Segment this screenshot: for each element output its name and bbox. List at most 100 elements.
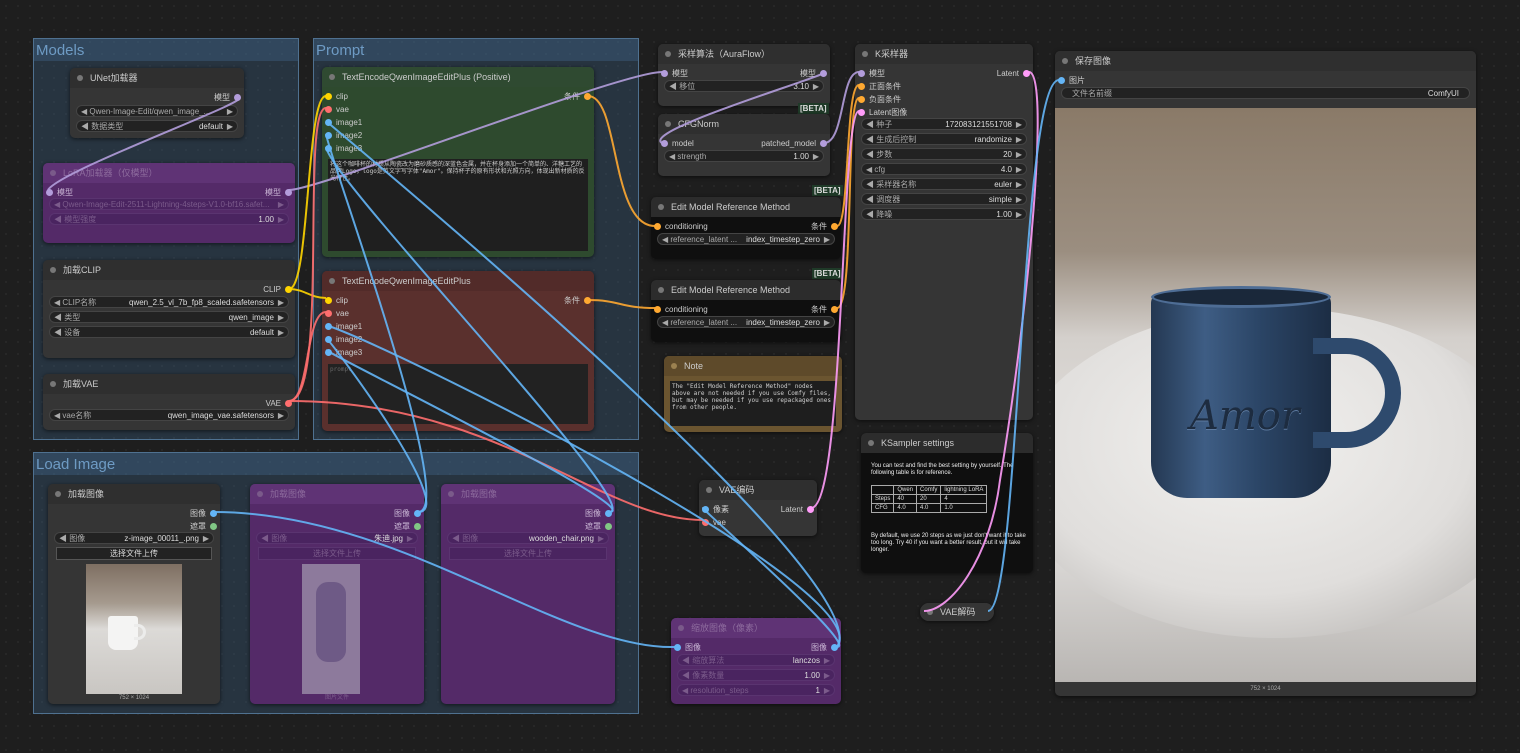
vae-name-widget[interactable]: ◀ vae名称 qwen_image_vae.safetensors ▶: [49, 409, 289, 421]
output-latent[interactable]: Latent: [781, 503, 803, 516]
group-title[interactable]: Load Image: [34, 453, 638, 475]
reference-method-widget[interactable]: ◀ reference_latent ... index_timestep_zer…: [657, 316, 835, 328]
prompt-textarea[interactable]: 将这个咖啡杯的材质从陶瓷改为磨砂质感的深蓝色金属，并在杯身添加一个简单的、洋糖工…: [328, 159, 588, 251]
node-model-sampling-auraflow[interactable]: 采样算法（AuraFlow） 模型 模型 ◀ 移位 3.10 ▶: [658, 44, 830, 106]
node-text-encode-positive[interactable]: TextEncodeQwenImageEditPlus (Positive) c…: [322, 67, 594, 257]
node-load-image-3[interactable]: 加载图像 图像 遮罩 ◀ 图像 wooden_chair.png ▶ 选择文件上传: [441, 484, 615, 704]
input-clip[interactable]: clip: [336, 294, 348, 307]
sampler-name-widget[interactable]: ◀ 采样器名称 euler ▶: [861, 178, 1027, 190]
input-pixels[interactable]: 像素: [713, 503, 729, 516]
upload-button[interactable]: 选择文件上传: [449, 547, 607, 560]
node-lora-loader[interactable]: LoRA加载器（仅模型） 模型 模型 ◀ Qwen-Image-Edit-2511…: [43, 163, 295, 243]
scheduler-widget[interactable]: ◀ 调度器 simple ▶: [861, 193, 1027, 205]
node-unet-loader[interactable]: UNet加载器 模型 ◀ Qwen-Image-Edit/qwen_image_…: [70, 68, 244, 138]
output-conditioning[interactable]: 条件: [564, 90, 580, 103]
control-after-generate-widget[interactable]: ◀ 生成后控制 randomize ▶: [861, 133, 1027, 145]
input-image1[interactable]: image1: [336, 320, 362, 333]
node-ksampler[interactable]: K采样器 模型 Latent 正面条件 负面条件 Latent图像 ◀ 种子 172…: [855, 44, 1033, 420]
input-conditioning[interactable]: conditioning: [665, 303, 708, 316]
node-title[interactable]: 加载VAE: [43, 374, 295, 394]
image-select-widget[interactable]: ◀ 图像 wooden_chair.png ▶: [447, 532, 609, 544]
node-vae-encode[interactable]: VAE编码 像素 Latent vae: [699, 480, 817, 536]
node-title[interactable]: K采样器: [855, 44, 1033, 64]
node-canvas[interactable]: Models Prompt Load Image UNet加载器 模型 ◀ Qw…: [0, 0, 1520, 753]
clip-name-widget[interactable]: ◀ CLIP名称 qwen_2.5_vl_7b_fp8_scaled.safete…: [49, 296, 289, 308]
negative-prompt-textarea[interactable]: prompt: [328, 364, 588, 424]
clip-device-widget[interactable]: ◀ 设备 default ▶: [49, 326, 289, 338]
clip-type-widget[interactable]: ◀ 类型 qwen_image ▶: [49, 311, 289, 323]
node-load-image-1[interactable]: 加载图像 图像 遮罩 ◀ 图像 z-image_00011_.png ▶ 选择文件上…: [48, 484, 220, 704]
seed-widget[interactable]: ◀ 种子 172083121551708 ▶: [861, 118, 1027, 130]
node-save-image[interactable]: 保存图像 图片 文件名前缀 ComfyUI Amor 752 × 1024: [1055, 51, 1476, 696]
input-negative[interactable]: 负面条件: [869, 93, 901, 106]
strength-widget[interactable]: ◀ strength 1.00 ▶: [664, 150, 824, 162]
node-load-image-2[interactable]: 加载图像 图像 遮罩 ◀ 图像 朱迪.jpg ▶ 选择文件上传 图片文件: [250, 484, 424, 704]
node-title[interactable]: 加载图像: [250, 484, 424, 504]
node-title[interactable]: 保存图像: [1055, 51, 1476, 71]
node-vae-decode[interactable]: VAE解码: [920, 603, 994, 621]
resolution-steps-widget[interactable]: ◀ resolution_steps 1 ▶: [677, 684, 835, 696]
lora-strength-widget[interactable]: ◀ 模型强度 1.00 ▶: [49, 213, 289, 225]
lora-name-widget[interactable]: ◀ Qwen-Image-Edit-2511-Lightning-4steps-…: [49, 198, 289, 210]
node-edit-model-reference-1[interactable]: Edit Model Reference Method conditioning…: [651, 197, 841, 259]
output-latent[interactable]: Latent: [997, 67, 1019, 80]
node-cfgnorm[interactable]: CFGNorm model patched_model ◀ strength 1.0…: [658, 114, 830, 176]
input-model[interactable]: model: [672, 137, 694, 150]
dtype-widget[interactable]: ◀ 数据类型 default ▶: [76, 120, 238, 132]
output-model[interactable]: 模型: [214, 91, 230, 104]
denoise-widget[interactable]: ◀ 降噪 1.00 ▶: [861, 208, 1027, 220]
node-title[interactable]: KSampler settings: [861, 433, 1033, 453]
input-image3[interactable]: image3: [336, 142, 362, 155]
note-text[interactable]: The "Edit Model Reference Method" nodes …: [670, 381, 836, 426]
cfg-widget[interactable]: ◀ cfg 4.0 ▶: [861, 163, 1027, 175]
node-title[interactable]: Edit Model Reference Method: [651, 197, 841, 217]
node-title[interactable]: UNet加载器: [70, 68, 244, 88]
upload-button[interactable]: 选择文件上传: [258, 547, 416, 560]
node-title[interactable]: LoRA加载器（仅模型）: [43, 163, 295, 183]
node-vae-loader[interactable]: 加载VAE VAE ◀ vae名称 qwen_image_vae.safetens…: [43, 374, 295, 430]
output-patched-model[interactable]: patched_model: [761, 137, 816, 150]
node-text-encode-negative[interactable]: TextEncodeQwenImageEditPlus clip 条件 vae i…: [322, 271, 594, 431]
input-clip[interactable]: clip: [336, 90, 348, 103]
node-title[interactable]: VAE解码: [920, 603, 994, 621]
output-conditioning[interactable]: 条件: [811, 220, 827, 233]
output-conditioning[interactable]: 条件: [564, 294, 580, 307]
image-select-widget[interactable]: ◀ 图像 z-image_00011_.png ▶: [54, 532, 214, 544]
output-image[interactable]: 图像: [811, 641, 827, 654]
upload-button[interactable]: 选择文件上传: [56, 547, 212, 560]
node-title[interactable]: TextEncodeQwenImageEditPlus (Positive): [322, 67, 594, 87]
shift-widget[interactable]: ◀ 移位 3.10 ▶: [664, 80, 824, 92]
input-image-preview[interactable]: [86, 564, 182, 694]
node-title[interactable]: 采样算法（AuraFlow）: [658, 44, 830, 64]
steps-widget[interactable]: ◀ 步数 20 ▶: [861, 148, 1027, 160]
node-title[interactable]: VAE编码: [699, 480, 817, 500]
filename-prefix-widget[interactable]: 文件名前缀 ComfyUI: [1061, 87, 1470, 99]
node-title[interactable]: 加载图像: [441, 484, 615, 504]
node-title[interactable]: CFGNorm: [658, 114, 830, 134]
output-clip[interactable]: CLIP: [263, 283, 281, 296]
input-image3[interactable]: image3: [336, 346, 362, 359]
upscale-method-widget[interactable]: ◀ 缩放算法 lanczos ▶: [677, 654, 835, 666]
input-image2[interactable]: image2: [336, 333, 362, 346]
input-conditioning[interactable]: conditioning: [665, 220, 708, 233]
node-title[interactable]: 加载图像: [48, 484, 220, 504]
input-image1[interactable]: image1: [336, 116, 362, 129]
reference-method-widget[interactable]: ◀ reference_latent ... index_timestep_zer…: [657, 233, 835, 245]
output-image[interactable]: 图像: [585, 507, 601, 520]
input-image2[interactable]: image2: [336, 129, 362, 142]
group-title[interactable]: Models: [34, 39, 298, 61]
node-note[interactable]: Note The "Edit Model Reference Method" n…: [664, 356, 842, 432]
input-images[interactable]: 图片: [1069, 74, 1085, 87]
output-image[interactable]: 图像: [394, 507, 410, 520]
node-ksampler-settings[interactable]: KSampler settings You can test and find …: [861, 433, 1033, 573]
image-select-widget[interactable]: ◀ 图像 朱迪.jpg ▶: [256, 532, 418, 544]
input-model[interactable]: 模型: [672, 67, 688, 80]
node-clip-loader[interactable]: 加载CLIP CLIP ◀ CLIP名称 qwen_2.5_vl_7b_fp8_s…: [43, 260, 295, 358]
megapixels-widget[interactable]: ◀ 像素数量 1.00 ▶: [677, 669, 835, 681]
node-title[interactable]: 缩放图像（像素）: [671, 618, 841, 638]
node-title[interactable]: Edit Model Reference Method: [651, 280, 841, 300]
node-title[interactable]: Note: [664, 356, 842, 376]
unet-name-widget[interactable]: ◀ Qwen-Image-Edit/qwen_image_... ▶: [76, 105, 238, 117]
input-vae[interactable]: vae: [336, 103, 349, 116]
input-vae[interactable]: vae: [713, 516, 726, 529]
